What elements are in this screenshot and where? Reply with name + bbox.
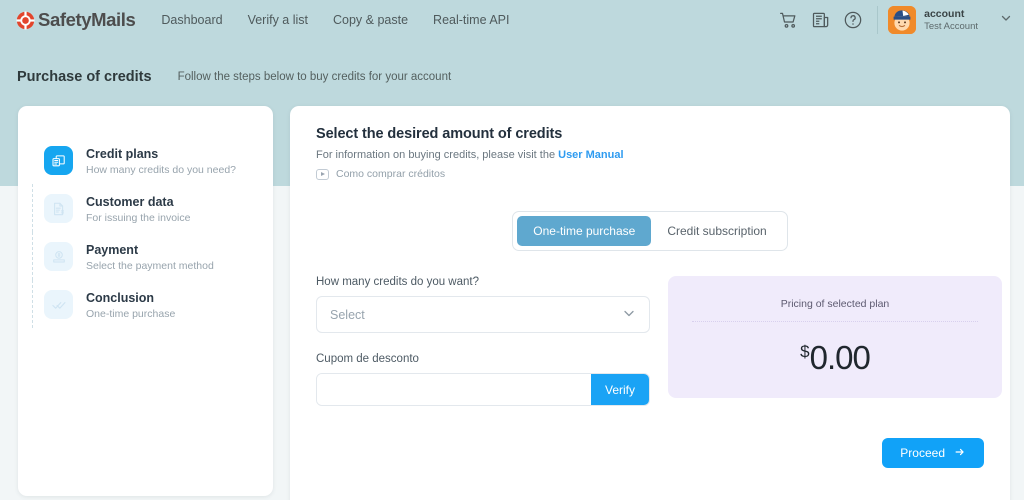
account-text: account Test Account bbox=[924, 8, 978, 33]
tab-one-time-purchase[interactable]: One-time purchase bbox=[517, 216, 652, 246]
steps-card: Credit plans How many credits do you nee… bbox=[18, 106, 273, 496]
step-title: Conclusion bbox=[86, 291, 155, 305]
nav-item-dashboard[interactable]: Dashboard bbox=[161, 13, 222, 27]
brand-name: SafetyMails bbox=[38, 9, 136, 30]
step-text: Customer data For issuing the invoice bbox=[86, 194, 190, 225]
step-customer-data[interactable]: Customer data For issuing the invoice bbox=[44, 194, 273, 242]
page-subtitle: Follow the steps below to buy credits fo… bbox=[177, 71, 452, 83]
step-credit-plans[interactable]: Credit plans How many credits do you nee… bbox=[44, 146, 273, 194]
credits-label: How many credits do you want? bbox=[316, 276, 479, 288]
coupon-input[interactable] bbox=[317, 374, 591, 405]
step-payment[interactable]: Payment Select the payment method bbox=[44, 242, 273, 290]
pricing-currency: $ bbox=[800, 342, 810, 361]
step-title: Customer data bbox=[86, 195, 174, 209]
coin-slot-icon bbox=[44, 242, 73, 271]
nav-item-copy-paste[interactable]: Copy & paste bbox=[333, 13, 408, 27]
help-circle-icon[interactable] bbox=[843, 10, 863, 30]
main-card: Select the desired amount of credits For… bbox=[290, 106, 1010, 500]
step-text: Payment Select the payment method bbox=[86, 242, 214, 273]
chevron-down-icon bbox=[622, 306, 636, 323]
purchase-mode-tabs-wrap: One-time purchase Credit subscription bbox=[316, 211, 984, 251]
arrow-right-icon bbox=[954, 446, 966, 461]
newspaper-icon[interactable] bbox=[811, 10, 831, 30]
main-nav: Dashboard Verify a list Copy & paste Rea… bbox=[161, 13, 509, 27]
form-left-column: How many credits do you want? Select Cup… bbox=[316, 276, 650, 406]
pricing-amount: $0.00 bbox=[692, 339, 978, 377]
invoice-document-icon bbox=[44, 194, 73, 223]
pricing-divider bbox=[692, 321, 978, 322]
account-subtitle: Test Account bbox=[924, 20, 978, 32]
step-connector bbox=[32, 232, 33, 280]
video-link[interactable]: Como comprar créditos bbox=[316, 168, 984, 180]
page-title: Purchase of credits bbox=[17, 69, 152, 85]
account-name: account bbox=[924, 7, 965, 20]
steps-list: Credit plans How many credits do you nee… bbox=[18, 106, 273, 338]
nav-item-verify-a-list[interactable]: Verify a list bbox=[248, 13, 308, 27]
proceed-button[interactable]: Proceed bbox=[882, 438, 984, 468]
step-description: Select the payment method bbox=[86, 260, 214, 272]
chevron-down-icon[interactable] bbox=[1000, 11, 1012, 29]
page-root: SafetyMails Dashboard Verify a list Copy… bbox=[0, 0, 1024, 500]
main-content: Select the desired amount of credits For… bbox=[290, 106, 1010, 468]
step-title: Payment bbox=[86, 243, 139, 257]
step-conclusion[interactable]: Conclusion One-time purchase bbox=[44, 290, 273, 338]
credits-select-value: Select bbox=[330, 307, 365, 322]
top-navigation-bar: SafetyMails Dashboard Verify a list Copy… bbox=[0, 0, 1024, 40]
play-button-icon bbox=[316, 168, 329, 180]
pricing-value: 0.00 bbox=[809, 339, 871, 376]
main-actions: Proceed bbox=[316, 438, 984, 468]
step-description: For issuing the invoice bbox=[86, 212, 191, 224]
main-title: Select the desired amount of credits bbox=[316, 126, 563, 142]
brand-logo[interactable]: SafetyMails bbox=[16, 9, 136, 31]
tab-credit-subscription[interactable]: Credit subscription bbox=[651, 216, 782, 246]
user-manual-link[interactable]: User Manual bbox=[558, 149, 623, 161]
credits-select[interactable]: Select bbox=[316, 296, 650, 333]
purchase-mode-tabs: One-time purchase Credit subscription bbox=[512, 211, 788, 251]
topbar-divider bbox=[877, 6, 879, 34]
nav-item-real-time-api[interactable]: Real-time API bbox=[433, 13, 509, 27]
proceed-label: Proceed bbox=[900, 446, 945, 460]
main-subtitle: For information on buying credits, pleas… bbox=[316, 149, 984, 161]
purchase-form: How many credits do you want? Select Cup… bbox=[316, 276, 1002, 406]
step-description: One-time purchase bbox=[86, 308, 176, 320]
step-text: Credit plans How many credits do you nee… bbox=[86, 146, 236, 177]
step-connector bbox=[32, 280, 33, 328]
top-bar-right: account Test Account bbox=[779, 0, 1024, 40]
pricing-title: Pricing of selected plan bbox=[780, 298, 890, 310]
cart-icon[interactable] bbox=[779, 10, 799, 30]
main-subtitle-text: For information on buying credits, pleas… bbox=[316, 149, 559, 161]
avatar bbox=[888, 6, 917, 34]
step-description: How many credits do you need? bbox=[86, 164, 236, 176]
page-header: Purchase of credits Follow the steps bel… bbox=[0, 60, 1024, 94]
lifebuoy-icon bbox=[16, 10, 35, 30]
step-title: Credit plans bbox=[86, 147, 159, 161]
step-connector bbox=[32, 184, 33, 232]
coupon-label: Cupom de desconto bbox=[316, 353, 419, 365]
coins-stack-icon bbox=[44, 146, 73, 175]
double-check-icon bbox=[44, 290, 73, 319]
step-text: Conclusion One-time purchase bbox=[86, 290, 175, 321]
pricing-panel: Pricing of selected plan $0.00 bbox=[668, 276, 1002, 398]
coupon-field-group: Verify bbox=[316, 373, 650, 406]
video-label: Como comprar créditos bbox=[336, 168, 446, 180]
verify-coupon-button[interactable]: Verify bbox=[591, 374, 649, 405]
account-menu[interactable]: account Test Account bbox=[888, 6, 1024, 34]
